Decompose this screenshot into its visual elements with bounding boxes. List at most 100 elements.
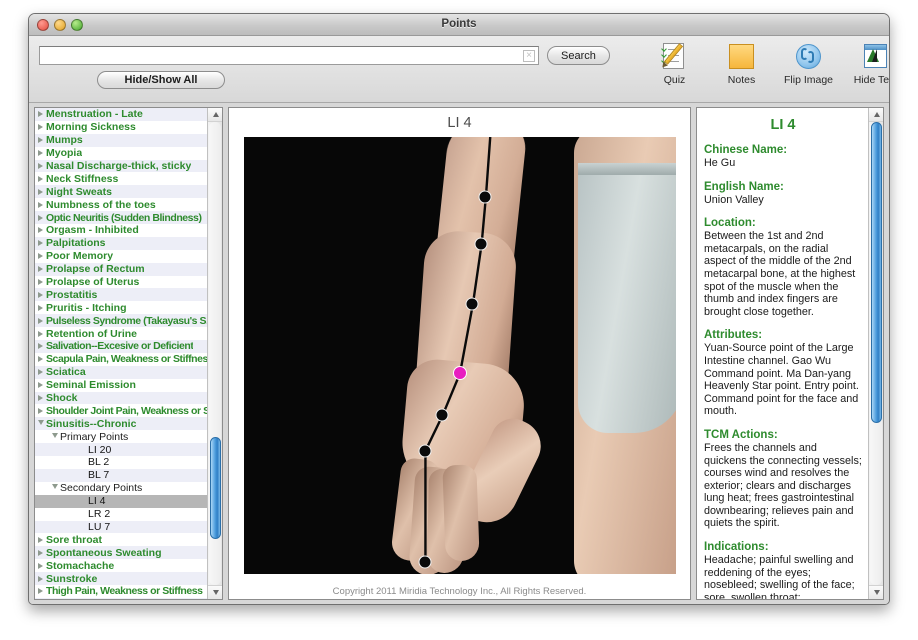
tree-row[interactable]: Numbness of the toes: [35, 198, 207, 211]
tree-row[interactable]: Shock: [35, 391, 207, 405]
chevron-right-icon[interactable]: [35, 291, 46, 298]
tree-row[interactable]: Nasal Discharge-thick, sticky: [35, 159, 207, 173]
toolbar-item-quiz[interactable]: Quiz: [641, 41, 708, 86]
chevron-right-icon[interactable]: [35, 395, 46, 402]
detail-scroll-track[interactable]: [870, 122, 882, 585]
tree-row[interactable]: Tonsillitis--Acute: [35, 597, 207, 599]
chevron-right-icon[interactable]: [35, 137, 46, 144]
tree-row[interactable]: Optic Neuritis (Sudden Blindness): [35, 211, 207, 225]
tree-row[interactable]: Neck Stiffness: [35, 172, 207, 185]
acupoint[interactable]: [465, 297, 479, 311]
acupoint-photograph[interactable]: [243, 137, 676, 574]
chevron-right-icon[interactable]: [35, 575, 46, 582]
tree-row[interactable]: Pruritis - Itching: [35, 301, 207, 314]
acupoint-active[interactable]: [452, 366, 467, 381]
acupoint[interactable]: [418, 444, 432, 458]
chevron-right-icon[interactable]: [35, 150, 46, 157]
chevron-right-icon[interactable]: [35, 163, 46, 169]
chevron-right-icon[interactable]: [35, 279, 46, 286]
detail-scroll-thumb[interactable]: [871, 122, 882, 423]
tree-row[interactable]: Salivation--Excesive or Deficient: [35, 340, 207, 353]
chevron-down-icon[interactable]: [49, 432, 60, 441]
tree-row[interactable]: Thigh Pain, Weakness or Stiffness: [35, 585, 207, 598]
chevron-down-icon[interactable]: [49, 484, 60, 492]
chevron-right-icon[interactable]: [35, 266, 46, 273]
tree-row[interactable]: Pulseless Syndrome (Takayasu's S...: [35, 314, 207, 328]
chevron-right-icon[interactable]: [35, 407, 46, 414]
chevron-right-icon[interactable]: [35, 253, 46, 260]
tree-row[interactable]: Retention of Urine: [35, 327, 207, 340]
chevron-right-icon[interactable]: [35, 240, 46, 247]
toolbar-item-hide-text[interactable]: Hide Text: [842, 41, 889, 86]
toolbar-item-flip-image[interactable]: Flip Image: [775, 41, 842, 86]
acupoint[interactable]: [435, 408, 449, 422]
scroll-up-icon[interactable]: [208, 108, 222, 122]
chevron-right-icon[interactable]: [35, 369, 46, 376]
conditions-tree[interactable]: Menstruation - Late Morning Sickness Mumps…: [35, 108, 207, 599]
tree-row[interactable]: Sciatica: [35, 365, 207, 379]
search-field[interactable]: ×: [39, 46, 539, 65]
scroll-up-icon[interactable]: [869, 108, 883, 122]
tree-row[interactable]: BL 7: [35, 468, 207, 482]
tree-row[interactable]: Orgasm - Inhibited: [35, 224, 207, 237]
tree-row[interactable]: Shoulder Joint Pain, Weakness or S...: [35, 404, 207, 417]
tree-row[interactable]: Sore throat: [35, 533, 207, 546]
chevron-right-icon[interactable]: [35, 536, 46, 543]
chevron-right-icon[interactable]: [35, 111, 46, 118]
tree-row[interactable]: Night Sweats: [35, 185, 207, 199]
tree-row[interactable]: Secondary Points: [35, 482, 207, 495]
acupoint[interactable]: [474, 237, 488, 251]
tree-row[interactable]: Palpitations: [35, 236, 207, 250]
tree-row[interactable]: Primary Points: [35, 430, 207, 443]
resize-grip[interactable]: [874, 589, 887, 602]
tree-row[interactable]: Morning Sickness: [35, 121, 207, 134]
chevron-right-icon[interactable]: [35, 562, 46, 569]
acupoint[interactable]: [478, 190, 492, 204]
tree-row[interactable]: Mumps: [35, 133, 207, 147]
tree-row[interactable]: Spontaneous Sweating: [35, 546, 207, 560]
sidebar-scroll-thumb[interactable]: [210, 436, 221, 539]
tree-row[interactable]: LI 4: [35, 494, 207, 508]
chevron-right-icon[interactable]: [35, 201, 46, 208]
acupoint[interactable]: [418, 555, 432, 569]
chevron-right-icon[interactable]: [35, 304, 46, 311]
tree-row[interactable]: Myopia: [35, 147, 207, 160]
search-button[interactable]: Search: [547, 46, 610, 65]
tree-row[interactable]: Sinusitis--Chronic: [35, 417, 207, 431]
tree-row[interactable]: BL 2: [35, 456, 207, 469]
tree-row[interactable]: Prolapse of Rectum: [35, 262, 207, 276]
tree-row[interactable]: Scapula Pain, Weakness or Stiffness: [35, 353, 207, 366]
clear-search-icon[interactable]: ×: [523, 50, 535, 62]
chevron-down-icon[interactable]: [35, 419, 46, 428]
detail-scrollbar[interactable]: [868, 108, 883, 599]
tree-row[interactable]: Stomachache: [35, 559, 207, 572]
chevron-right-icon[interactable]: [35, 343, 46, 350]
tree-row[interactable]: Poor Memory: [35, 250, 207, 263]
chevron-right-icon[interactable]: [35, 588, 46, 595]
tree-row[interactable]: Menstruation - Late: [35, 108, 207, 121]
chevron-right-icon[interactable]: [35, 227, 46, 234]
tree-row[interactable]: LU 7: [35, 520, 207, 534]
chevron-right-icon[interactable]: [35, 356, 46, 363]
tree-row[interactable]: Sunstroke: [35, 572, 207, 585]
chevron-right-icon[interactable]: [35, 317, 46, 324]
sidebar-scroll-track[interactable]: [209, 122, 221, 585]
tree-row[interactable]: LI 20: [35, 443, 207, 457]
chevron-right-icon[interactable]: [35, 214, 46, 221]
scroll-down-icon[interactable]: [208, 585, 222, 599]
hide-show-all-button[interactable]: Hide/Show All: [97, 71, 225, 89]
toolbar-item-notes[interactable]: Notes: [708, 41, 775, 86]
tree-row[interactable]: Prostatitis: [35, 288, 207, 302]
search-input[interactable]: [43, 48, 521, 63]
sidebar-scrollbar[interactable]: [207, 108, 222, 599]
tree-row[interactable]: Seminal Emission: [35, 379, 207, 392]
chevron-right-icon[interactable]: [35, 188, 46, 195]
chevron-right-icon[interactable]: [35, 330, 46, 337]
chevron-right-icon[interactable]: [35, 382, 46, 389]
tree-row[interactable]: Prolapse of Uterus: [35, 276, 207, 289]
chevron-right-icon[interactable]: [35, 175, 46, 182]
chevron-right-icon[interactable]: [35, 549, 46, 556]
chevron-right-icon[interactable]: [35, 124, 46, 131]
title-bar[interactable]: Points: [29, 14, 889, 36]
tree-row[interactable]: LR 2: [35, 508, 207, 521]
